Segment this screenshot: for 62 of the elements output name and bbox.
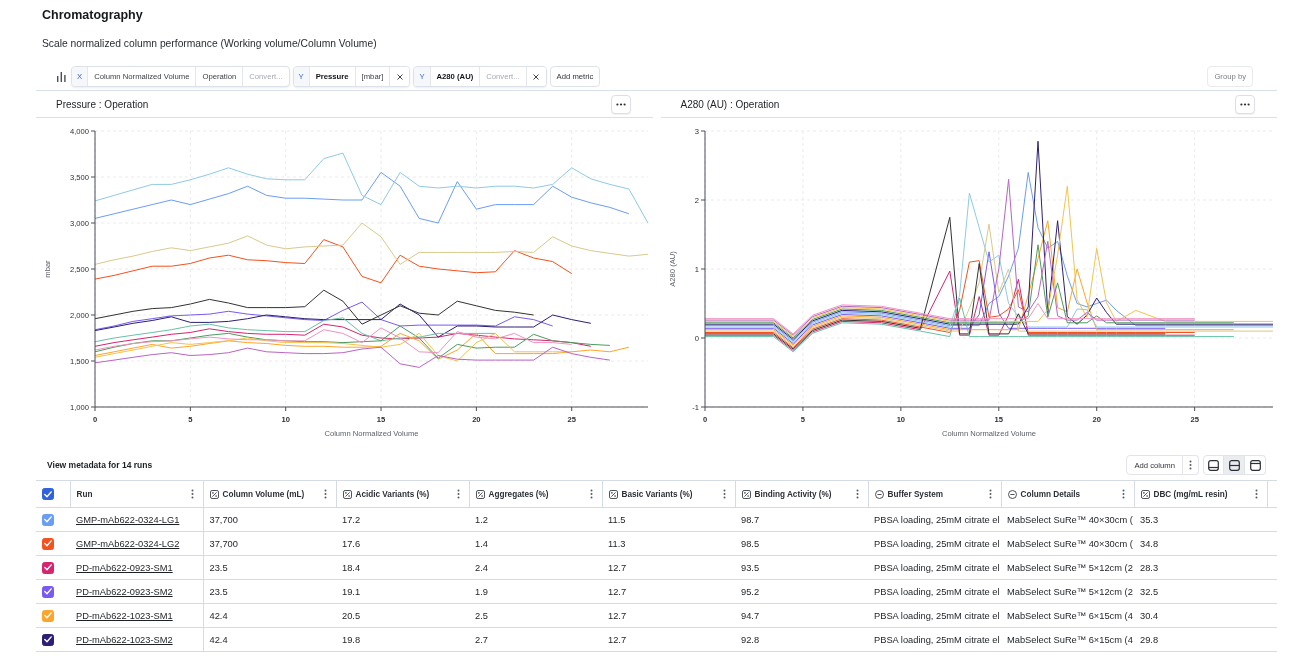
table-cell: 12.7 bbox=[602, 627, 735, 652]
table-cell: 42.4 bbox=[203, 603, 336, 628]
table-cell: 23.5 bbox=[203, 555, 336, 580]
table-cell: 12.7 bbox=[602, 603, 735, 628]
table-cell: 92.8 bbox=[735, 627, 868, 652]
column-title: Run bbox=[76, 489, 93, 499]
table-cell: MabSelect SuRe™ 6×15cm (4 bbox=[1001, 627, 1134, 652]
column-title: Aggregates (%) bbox=[488, 489, 549, 499]
table-cell: 1.2 bbox=[469, 507, 602, 532]
table-cell: PBSA loading, 25mM citrate el bbox=[868, 531, 1001, 556]
table-cell: 32.5 bbox=[1134, 579, 1267, 604]
table-cell: MabSelect SuRe™ 5×12cm (2 bbox=[1001, 579, 1134, 604]
table-cell: 2.7 bbox=[469, 627, 602, 652]
table-cell: 12.7 bbox=[602, 579, 735, 604]
table-heading: View metadata for 14 runs bbox=[47, 460, 153, 470]
column-title: Basic Variants (%) bbox=[621, 489, 693, 499]
table-cell: 37,700 bbox=[203, 507, 336, 532]
table-cell: 34.8 bbox=[1134, 531, 1267, 556]
table-cell: PBSA loading, 25mM citrate el bbox=[868, 555, 1001, 580]
table-cell: 23.5 bbox=[203, 579, 336, 604]
table-cell: PBSA loading, 25mM citrate el bbox=[868, 579, 1001, 604]
table-cell: 93.5 bbox=[735, 555, 868, 580]
table-cell: MabSelect SuRe™ 40×30cm ( bbox=[1001, 531, 1134, 556]
table-cell: 28.3 bbox=[1134, 555, 1267, 580]
table-cell: 98.5 bbox=[735, 531, 868, 556]
table-cell: 98.7 bbox=[735, 507, 868, 532]
table-cell: 20.5 bbox=[336, 603, 469, 628]
table-cell: 17.2 bbox=[336, 507, 469, 532]
table-cell: 35.3 bbox=[1134, 507, 1267, 532]
table-cell: PBSA loading, 25mM citrate el bbox=[868, 507, 1001, 532]
table-cell: 1.4 bbox=[469, 531, 602, 556]
table-cell: MabSelect SuRe™ 5×12cm (2 bbox=[1001, 555, 1134, 580]
table-cell: 2.4 bbox=[469, 555, 602, 580]
column-title: DBC (mg/mL resin) bbox=[1153, 489, 1228, 499]
table-cell: 2.5 bbox=[469, 603, 602, 628]
table-cell: PBSA loading, 25mM citrate el bbox=[868, 627, 1001, 652]
column-title: Column Volume (mL) bbox=[222, 489, 305, 499]
column-title: Acidic Variants (%) bbox=[355, 489, 430, 499]
table-cell: 42.4 bbox=[203, 627, 336, 652]
table-cell: 29.8 bbox=[1134, 627, 1267, 652]
table-cell: MabSelect SuRe™ 6×15cm (4 bbox=[1001, 603, 1134, 628]
table-cell: 1.9 bbox=[469, 579, 602, 604]
table-cell: 19.8 bbox=[336, 627, 469, 652]
table-cell: 17.6 bbox=[336, 531, 469, 556]
table-cell: 18.4 bbox=[336, 555, 469, 580]
table-cell: 12.7 bbox=[602, 555, 735, 580]
table-cell: 37,700 bbox=[203, 531, 336, 556]
page-title: Chromatography bbox=[42, 7, 143, 23]
column-title: Buffer System bbox=[887, 489, 943, 499]
page-subtitle: Scale normalized column performance (Working volume/Column Volume) bbox=[42, 37, 377, 51]
column-title: Binding Activity (%) bbox=[754, 489, 832, 499]
column-title: Column Details bbox=[1020, 489, 1081, 499]
chart-title: Pressure : Operation bbox=[56, 98, 149, 110]
chart-title: A280 (AU) : Operation bbox=[680, 98, 780, 110]
table-cell: 19.1 bbox=[336, 579, 469, 604]
table-cell: 95.2 bbox=[735, 579, 868, 604]
table-cell: PBSA loading, 25mM citrate el bbox=[868, 603, 1001, 628]
table-cell: 30.4 bbox=[1134, 603, 1267, 628]
table-cell: 94.7 bbox=[735, 603, 868, 628]
table-cell: 11.3 bbox=[602, 531, 735, 556]
table-cell: MabSelect SuRe™ 40×30cm ( bbox=[1001, 507, 1134, 532]
table-cell: 11.5 bbox=[602, 507, 735, 532]
